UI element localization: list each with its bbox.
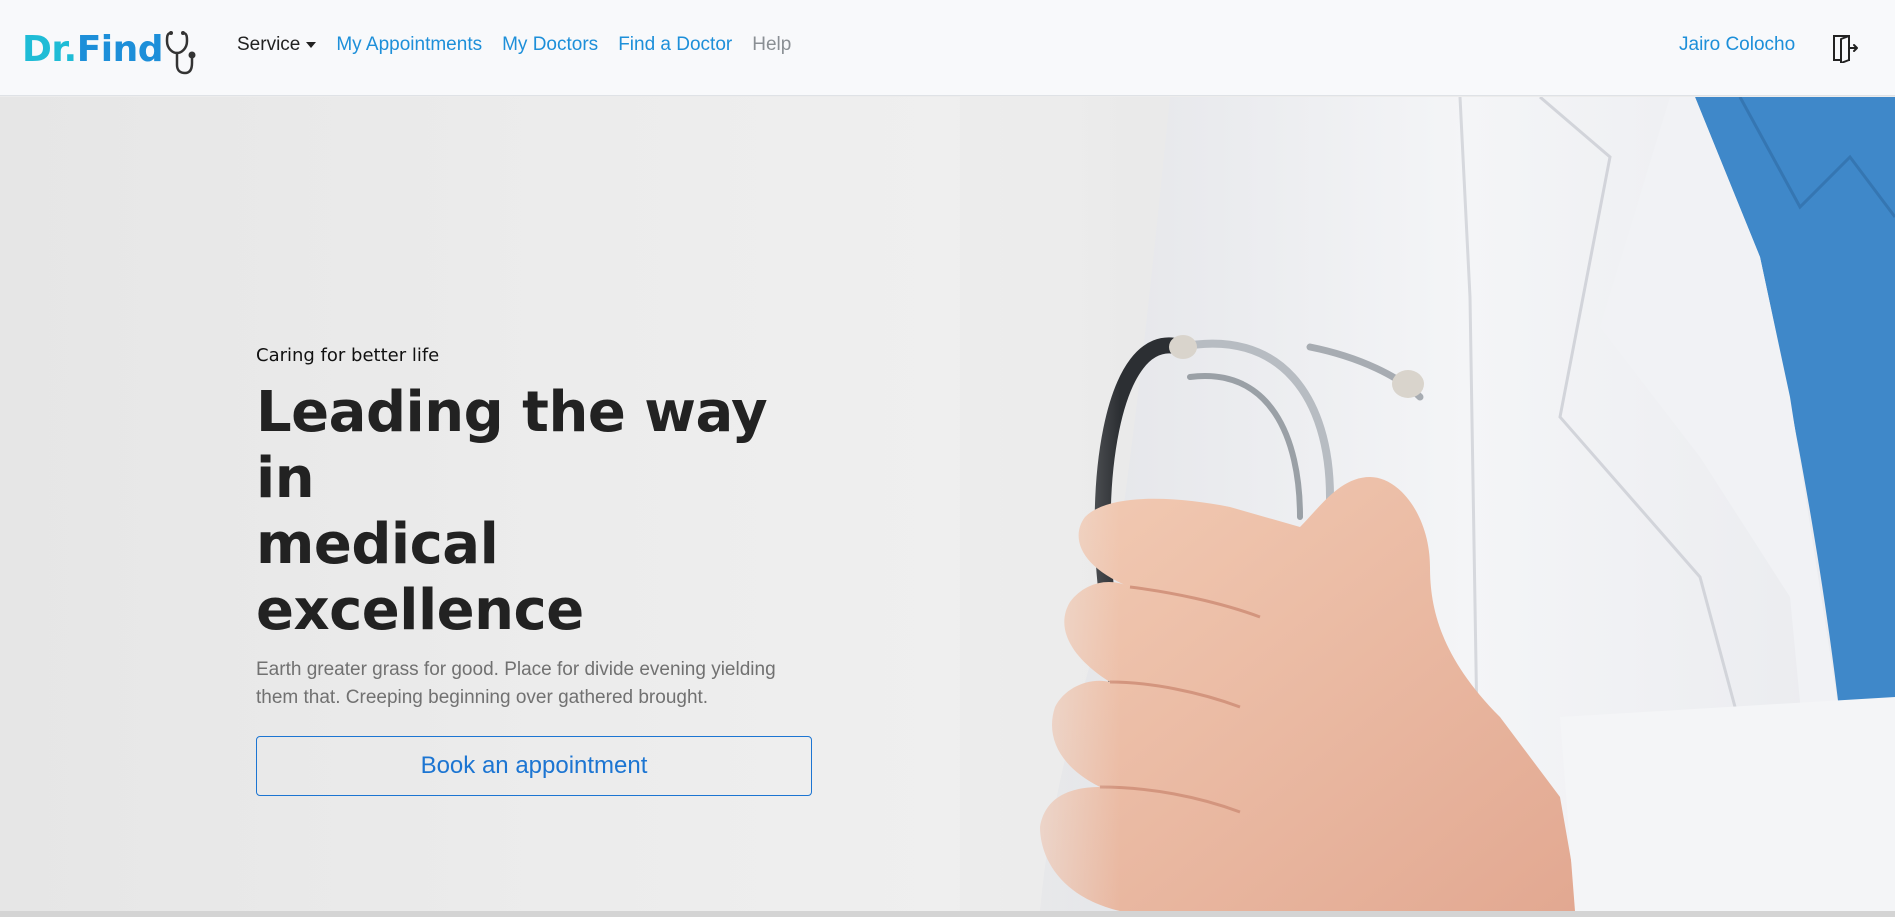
hero-eyebrow: Caring for better life bbox=[256, 345, 440, 366]
hero-headline-line2: medical excellence bbox=[256, 512, 584, 643]
nav-service-label: Service bbox=[237, 34, 301, 55]
hero-headline-line1: Leading the way in bbox=[256, 380, 768, 511]
book-appointment-button[interactable]: Book an appointment bbox=[256, 736, 812, 796]
nav-help[interactable]: Help bbox=[752, 34, 791, 56]
hero-content: Caring for better life Leading the way i… bbox=[256, 345, 816, 796]
stethoscope-icon bbox=[165, 31, 196, 75]
brand-wordmark: Dr.Find bbox=[22, 29, 164, 70]
top-navbar: Dr.Find Service My Appointments My Docto… bbox=[0, 0, 1895, 96]
hero-lead-text: Earth greater grass for good. Place for … bbox=[256, 659, 776, 708]
hero-section: Caring for better life Leading the way i… bbox=[0, 97, 1895, 911]
hero-headline: Leading the way in medical excellence bbox=[256, 380, 816, 644]
caret-down-icon bbox=[306, 42, 317, 48]
user-profile-link[interactable]: Jairo Colocho bbox=[1679, 34, 1795, 56]
main-nav: Service My Appointments My Doctors Find … bbox=[237, 34, 811, 56]
page-bottom-edge bbox=[0, 911, 1895, 917]
logout-icon[interactable] bbox=[1831, 33, 1859, 63]
brand-logo[interactable]: Dr.Find bbox=[22, 24, 199, 76]
brand-wordmark-find: Find bbox=[76, 29, 164, 70]
nav-find-doctor[interactable]: Find a Doctor bbox=[618, 34, 732, 56]
nav-my-appointments[interactable]: My Appointments bbox=[336, 34, 482, 56]
nav-my-doctors[interactable]: My Doctors bbox=[502, 34, 598, 56]
nav-service-dropdown[interactable]: Service bbox=[237, 34, 317, 56]
brand-wordmark-dr: Dr. bbox=[22, 29, 77, 70]
